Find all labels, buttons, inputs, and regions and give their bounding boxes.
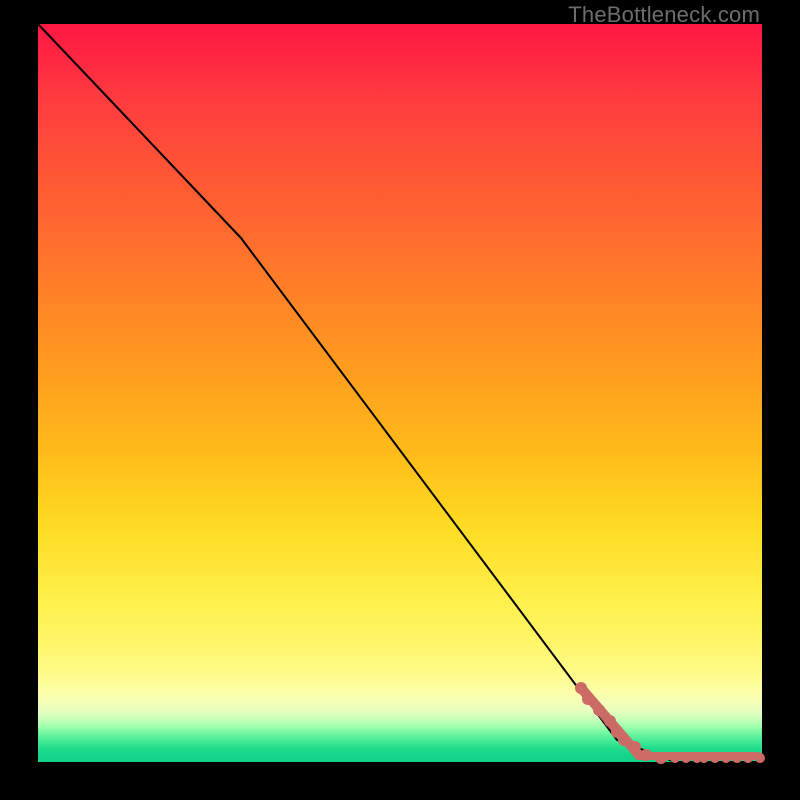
marker-dot	[743, 753, 753, 763]
marker-dot	[732, 753, 742, 763]
marker-dot	[593, 704, 605, 716]
marker-dot	[618, 734, 630, 746]
marker-dot	[721, 753, 731, 763]
chart-svg	[38, 24, 762, 762]
chart-frame: TheBottleneck.com	[0, 0, 800, 800]
marker-dot	[629, 741, 641, 753]
marker-dot	[699, 753, 709, 763]
marker-dot	[710, 753, 720, 763]
plot-area	[38, 24, 762, 762]
marker-dot	[582, 693, 594, 705]
marker-dot	[681, 753, 691, 763]
watermark-text: TheBottleneck.com	[568, 2, 760, 28]
marker-dot	[655, 752, 667, 764]
bottleneck-curve	[38, 24, 762, 762]
marker-dot	[575, 682, 587, 694]
marker-dot	[604, 715, 616, 727]
marker-dot	[670, 753, 680, 763]
marker-dot	[640, 749, 652, 761]
marker-dot	[755, 753, 765, 763]
